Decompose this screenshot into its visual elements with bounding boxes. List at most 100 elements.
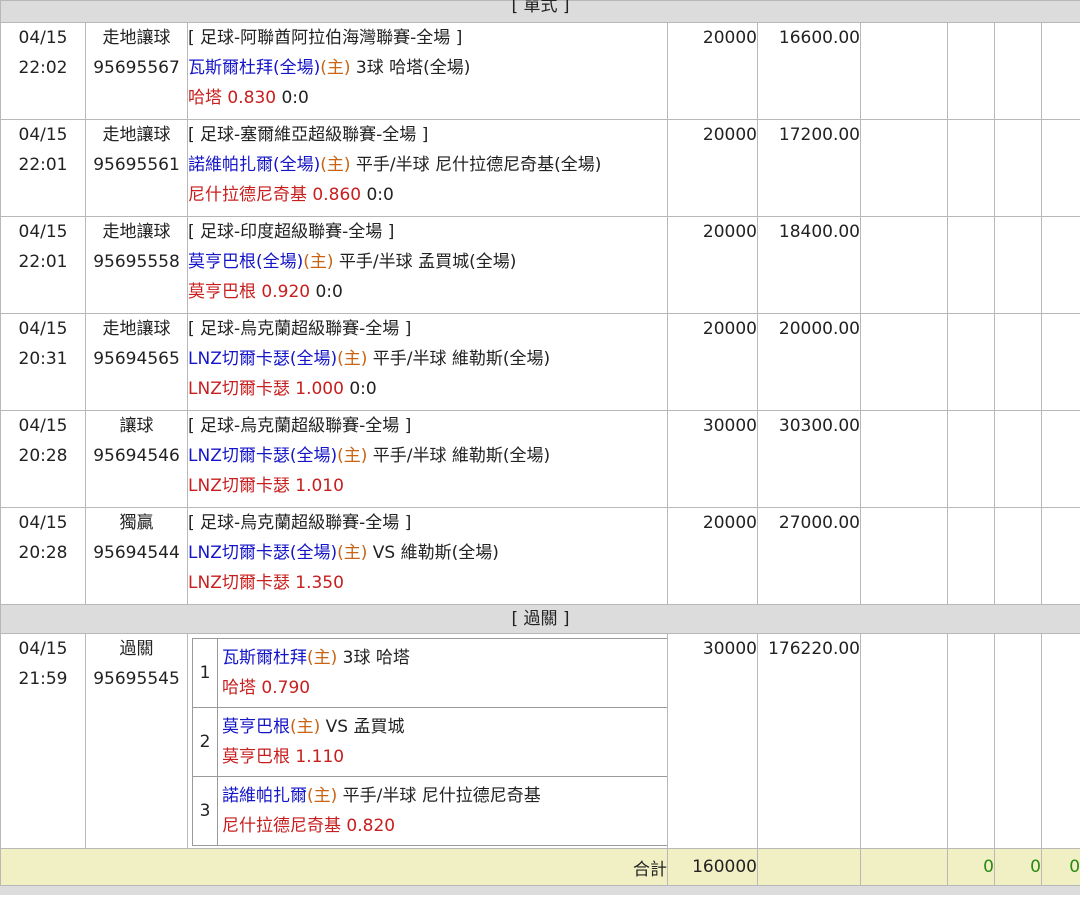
parlay-legs-cell: 1 瓦斯爾杜拜(主) 3球 哈塔 哈塔 0.790 2 莫亨巴根(主) VS 孟… xyxy=(187,633,668,849)
handicap-opponent: 3球 哈塔 xyxy=(337,648,410,668)
odds: 0.820 xyxy=(346,816,396,836)
bet-row: 04/15 20:31 走地讓球 95694565 [ 足球-烏克蘭超級聯賽-全… xyxy=(0,313,1080,411)
bet-type-cell: 過關 95695545 xyxy=(85,633,188,849)
payout-cell: 17200.00 xyxy=(757,119,861,217)
payout: 176220.00 xyxy=(768,639,860,659)
bet-time: 22:02 xyxy=(18,58,68,78)
bet-datetime: 04/15 22:01 xyxy=(0,216,86,314)
payout: 20000.00 xyxy=(778,319,860,339)
total-stake: 160000 xyxy=(667,848,758,886)
score: 0:0 xyxy=(343,379,377,399)
bet-time: 20:31 xyxy=(18,349,68,369)
home-marker: (主) xyxy=(320,58,351,78)
bet-id: 95695545 xyxy=(93,669,180,689)
empty-cell xyxy=(994,22,1042,120)
bet-datetime: 04/15 22:02 xyxy=(0,22,86,120)
empty-cell xyxy=(1040,119,1080,217)
stake-cell: 20000 xyxy=(667,507,758,605)
empty-cell xyxy=(1040,313,1080,411)
payout-cell: 30300.00 xyxy=(757,410,861,508)
home-team: 諾維帕扎爾(全場) xyxy=(188,155,321,175)
empty-cell xyxy=(860,633,948,849)
leg-selection: 莫亨巴根 1.110 xyxy=(222,742,667,772)
bet-detail: [ 足球-阿聯酋阿拉伯海灣聯賽-全場 ] 瓦斯爾杜拜(全場)(主) 3球 哈塔(… xyxy=(187,22,668,120)
selection-line: LNZ切爾卡瑟 1.010 xyxy=(188,471,667,501)
odds: 0.920 xyxy=(261,282,311,302)
handicap-opponent: 平手/半球 尼什拉德尼奇基 xyxy=(337,786,541,806)
selection: 尼什拉德尼奇基 xyxy=(222,816,341,836)
section-title: [ 單式 ] xyxy=(0,0,1080,23)
bet-type-cell: 走地讓球 95695567 xyxy=(85,22,188,120)
empty-cell xyxy=(860,216,948,314)
parlay-legs-table: 1 瓦斯爾杜拜(主) 3球 哈塔 哈塔 0.790 2 莫亨巴根(主) VS 孟… xyxy=(192,638,668,846)
bet-detail: [ 足球-印度超級聯賽-全場 ] 莫亨巴根(全場)(主) 平手/半球 孟買城(全… xyxy=(187,216,668,314)
stake-cell: 20000 xyxy=(667,22,758,120)
bet-type: 走地讓球 xyxy=(102,319,171,339)
home-team: 莫亨巴根(全場) xyxy=(188,252,304,272)
payout-cell: 27000.00 xyxy=(757,507,861,605)
match-line: 瓦斯爾杜拜(全場)(主) 3球 哈塔(全場) xyxy=(188,53,667,83)
parlay-leg: 2 莫亨巴根(主) VS 孟買城 莫亨巴根 1.110 xyxy=(192,707,668,777)
empty-cell xyxy=(1040,633,1080,849)
league-name: [ 足球-阿聯酋阿拉伯海灣聯賽-全場 ] xyxy=(188,28,463,48)
bet-datetime: 04/15 20:28 xyxy=(0,410,86,508)
bet-type: 讓球 xyxy=(119,416,154,436)
bet-id: 95694546 xyxy=(93,446,180,466)
bet-type-cell: 走地讓球 95694565 xyxy=(85,313,188,411)
odds: 0.790 xyxy=(261,678,311,698)
leg-detail: 莫亨巴根(主) VS 孟買城 莫亨巴根 1.110 xyxy=(217,707,668,777)
bet-type-cell: 走地讓球 95695558 xyxy=(85,216,188,314)
bet-detail: [ 足球-烏克蘭超級聯賽-全場 ] LNZ切爾卡瑟(全場)(主) VS 維勒斯(… xyxy=(187,507,668,605)
stake-cell: 30000 xyxy=(667,633,758,849)
empty-cell xyxy=(947,507,995,605)
total-col-2: 0 xyxy=(994,848,1042,886)
stake: 30000 xyxy=(702,416,757,436)
empty-cell xyxy=(1040,22,1080,120)
total-row: 合計 160000 0 0 0 xyxy=(0,848,1080,886)
selection-line: 哈塔 0.830 0:0 xyxy=(188,83,667,113)
total-label: 合計 xyxy=(0,848,668,886)
leg-match: 瓦斯爾杜拜(主) 3球 哈塔 xyxy=(222,643,667,673)
empty-cell xyxy=(1040,410,1080,508)
handicap-opponent: VS 維勒斯(全場) xyxy=(367,543,499,563)
bet-date: 04/15 xyxy=(18,416,68,436)
empty-cell xyxy=(860,313,948,411)
bet-row: 04/15 20:28 獨贏 95694544 [ 足球-烏克蘭超級聯賽-全場 … xyxy=(0,507,1080,605)
home-marker: (主) xyxy=(307,648,338,668)
handicap-opponent: 平手/半球 維勒斯(全場) xyxy=(367,446,551,466)
home-marker: (主) xyxy=(307,786,338,806)
home-team: 瓦斯爾杜拜 xyxy=(222,648,307,668)
home-team: 莫亨巴根 xyxy=(222,717,290,737)
stake: 20000 xyxy=(702,513,757,533)
payout: 18400.00 xyxy=(778,222,860,242)
bet-type-cell: 讓球 95694546 xyxy=(85,410,188,508)
empty-cell xyxy=(860,848,948,886)
league-name: [ 足球-烏克蘭超級聯賽-全場 ] xyxy=(188,416,412,436)
leg-number: 3 xyxy=(192,776,218,846)
section-header-single: [ 單式 ] xyxy=(0,0,1080,23)
selection: 莫亨巴根 xyxy=(222,747,290,767)
selection: LNZ切爾卡瑟 xyxy=(188,573,290,593)
bet-type-cell: 走地讓球 95695561 xyxy=(85,119,188,217)
payout: 30300.00 xyxy=(778,416,860,436)
bet-row: 04/15 22:01 走地讓球 95695561 [ 足球-塞爾維亞超級聯賽-… xyxy=(0,119,1080,217)
bet-type: 走地讓球 xyxy=(102,125,171,145)
leg-detail: 諾維帕扎爾(主) 平手/半球 尼什拉德尼奇基 尼什拉德尼奇基 0.820 xyxy=(217,776,668,846)
bet-time: 20:28 xyxy=(18,446,68,466)
empty-cell xyxy=(994,507,1042,605)
leg-detail: 瓦斯爾杜拜(主) 3球 哈塔 哈塔 0.790 xyxy=(217,638,668,708)
stake: 20000 xyxy=(702,222,757,242)
bet-type: 獨贏 xyxy=(119,513,154,533)
bet-id: 95695561 xyxy=(93,155,180,175)
league-name: [ 足球-印度超級聯賽-全場 ] xyxy=(188,222,395,242)
home-team: 瓦斯爾杜拜(全場) xyxy=(188,58,321,78)
home-team: LNZ切爾卡瑟(全場) xyxy=(188,543,338,563)
empty-cell xyxy=(947,410,995,508)
home-marker: (主) xyxy=(290,717,321,737)
bet-date: 04/15 xyxy=(18,513,68,533)
bet-id: 95695567 xyxy=(93,58,180,78)
home-marker: (主) xyxy=(337,446,368,466)
bet-time: 22:01 xyxy=(18,252,68,272)
leg-match: 莫亨巴根(主) VS 孟買城 xyxy=(222,712,667,742)
bet-id: 95694544 xyxy=(93,543,180,563)
